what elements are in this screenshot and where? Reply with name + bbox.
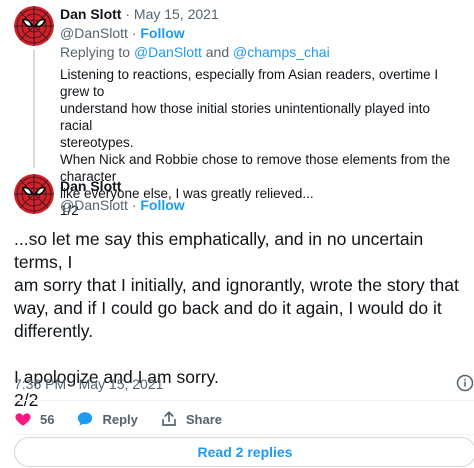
avatar[interactable]: [14, 174, 54, 214]
divider: [14, 400, 474, 401]
like-button[interactable]: 56: [14, 410, 54, 428]
tweet1-handle-row: @DanSlott · Follow: [60, 25, 185, 41]
action-bar: 56 Reply Share: [14, 408, 244, 430]
share-button[interactable]: Share: [160, 410, 222, 428]
tweet1-text-line: stereotypes.: [60, 135, 134, 150]
tweet1-text-line: understand how those initial stories uni…: [60, 101, 430, 133]
heart-icon: [15, 413, 31, 426]
tweet2-follow-button[interactable]: Follow: [140, 197, 184, 213]
spider-man-avatar-icon: [14, 6, 54, 46]
reply-button[interactable]: Reply: [76, 410, 138, 428]
share-arrow-icon: [162, 411, 176, 426]
separator-dot: ·: [131, 197, 137, 213]
tweet1-author-name[interactable]: Dan Slott: [60, 6, 121, 22]
reply-label: Reply: [102, 411, 138, 427]
tweet1-date[interactable]: May 15, 2021: [134, 6, 219, 22]
tweet2-author-name[interactable]: Dan Slott: [60, 178, 121, 194]
spider-man-avatar-icon: [14, 174, 54, 214]
share-label: Share: [185, 411, 223, 427]
tweet2-handle[interactable]: @DanSlott: [60, 197, 128, 213]
tweet1-handle[interactable]: @DanSlott: [60, 25, 128, 41]
tweet1-header: Dan Slott · May 15, 2021: [60, 6, 219, 22]
speech-bubble-icon: [78, 412, 93, 426]
tweet2-text-line: differently.: [14, 321, 94, 341]
divider: [14, 434, 474, 435]
reply-user-link[interactable]: @DanSlott: [134, 44, 202, 60]
replying-to-and: and: [205, 44, 230, 60]
tweet2-text-line: am sorry that I initially, and ignorantl…: [14, 275, 459, 295]
read-replies-button[interactable]: Read 2 replies: [14, 437, 474, 467]
reply-user-link[interactable]: @champs_chai: [233, 44, 330, 60]
tweet2-handle-row: @DanSlott · Follow: [60, 197, 185, 213]
tweet2-text-line: ...so let me say this emphatically, and …: [14, 229, 424, 272]
separator-dot: ·: [125, 6, 131, 22]
replying-to-line: Replying to @DanSlott and @champs_chai: [60, 44, 330, 60]
replying-to-prefix: Replying to: [60, 44, 131, 60]
tweet2-text-line: way, and if I could go back and do it ag…: [14, 298, 442, 318]
separator-dot: ·: [131, 25, 137, 41]
tweet1-follow-button[interactable]: Follow: [140, 25, 184, 41]
avatar[interactable]: [14, 6, 54, 46]
tweet1-text-line: Listening to reactions, especially from …: [60, 67, 439, 99]
thread-connector-line: [33, 50, 35, 168]
tweet2-timestamp[interactable]: 7:36 PM · May 15, 2021: [14, 376, 163, 392]
tweet2-text-line: [14, 343, 474, 366]
info-icon[interactable]: [456, 374, 474, 392]
like-count: 56: [40, 411, 55, 427]
